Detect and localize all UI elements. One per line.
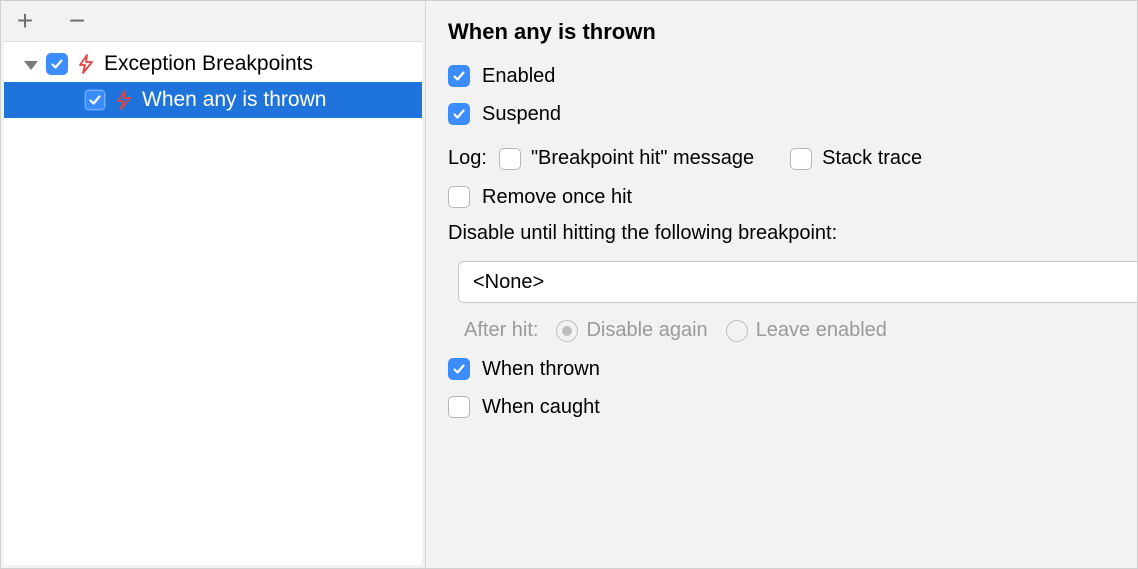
tree-category-label: Exception Breakpoints — [104, 52, 313, 76]
when-caught-label: When caught — [482, 397, 600, 417]
remove-once-hit-label: Remove once hit — [482, 187, 632, 207]
item-checkbox[interactable] — [84, 89, 106, 111]
disable-until-dropdown[interactable]: <None> — [458, 261, 1137, 303]
log-stack-trace-checkbox[interactable] — [790, 148, 812, 170]
breakpoints-toolbar: + − — [1, 1, 425, 41]
tree-item-label: When any is thrown — [142, 88, 326, 112]
log-row: Log: "Breakpoint hit" message Stack trac… — [448, 147, 1137, 170]
when-thrown-label: When thrown — [482, 359, 600, 379]
when-thrown-checkbox[interactable] — [448, 358, 470, 380]
when-thrown-row: When thrown — [448, 358, 1137, 380]
enabled-row: Enabled — [448, 65, 1137, 87]
breakpoints-tree[interactable]: Exception Breakpoints When any is thrown — [4, 41, 422, 565]
after-hit-leave-enabled-radio[interactable] — [726, 320, 748, 342]
details-panel: When any is thrown Enabled Suspend Log: … — [426, 1, 1137, 568]
tree-category-row[interactable]: Exception Breakpoints — [4, 46, 422, 82]
when-caught-row: When caught — [448, 396, 1137, 418]
log-breakpoint-hit-checkbox[interactable] — [499, 148, 521, 170]
after-hit-leave-enabled-label: Leave enabled — [756, 319, 887, 342]
remove-once-hit-checkbox[interactable] — [448, 186, 470, 208]
add-breakpoint-button[interactable]: + — [13, 9, 37, 33]
disable-until-label: Disable until hitting the following brea… — [448, 222, 1137, 245]
enabled-checkbox[interactable] — [448, 65, 470, 87]
chevron-down-icon[interactable] — [24, 61, 38, 70]
after-hit-disable-again-label: Disable again — [586, 319, 707, 342]
when-caught-checkbox[interactable] — [448, 396, 470, 418]
after-hit-label: After hit: — [464, 319, 538, 342]
remove-breakpoint-button[interactable]: − — [65, 9, 89, 33]
lightning-icon — [76, 54, 96, 74]
category-checkbox[interactable] — [46, 53, 68, 75]
lightning-icon — [114, 90, 134, 110]
log-label: Log: — [448, 147, 487, 170]
left-panel: + − Exception Breakpoints — [1, 1, 426, 568]
after-hit-disable-again-radio[interactable] — [556, 320, 578, 342]
suspend-row: Suspend — [448, 103, 1137, 125]
breakpoints-dialog: + − Exception Breakpoints — [0, 0, 1138, 569]
details-title: When any is thrown — [448, 19, 1137, 45]
log-breakpoint-hit-label: "Breakpoint hit" message — [531, 147, 754, 170]
log-stack-trace-label: Stack trace — [822, 147, 922, 170]
after-hit-row: After hit: Disable again Leave enabled — [448, 319, 1137, 342]
suspend-label: Suspend — [482, 104, 561, 124]
suspend-checkbox[interactable] — [448, 103, 470, 125]
tree-item-row[interactable]: When any is thrown — [4, 82, 422, 118]
remove-once-hit-row: Remove once hit — [448, 186, 1137, 208]
disable-until-value: <None> — [473, 271, 544, 294]
enabled-label: Enabled — [482, 66, 555, 86]
